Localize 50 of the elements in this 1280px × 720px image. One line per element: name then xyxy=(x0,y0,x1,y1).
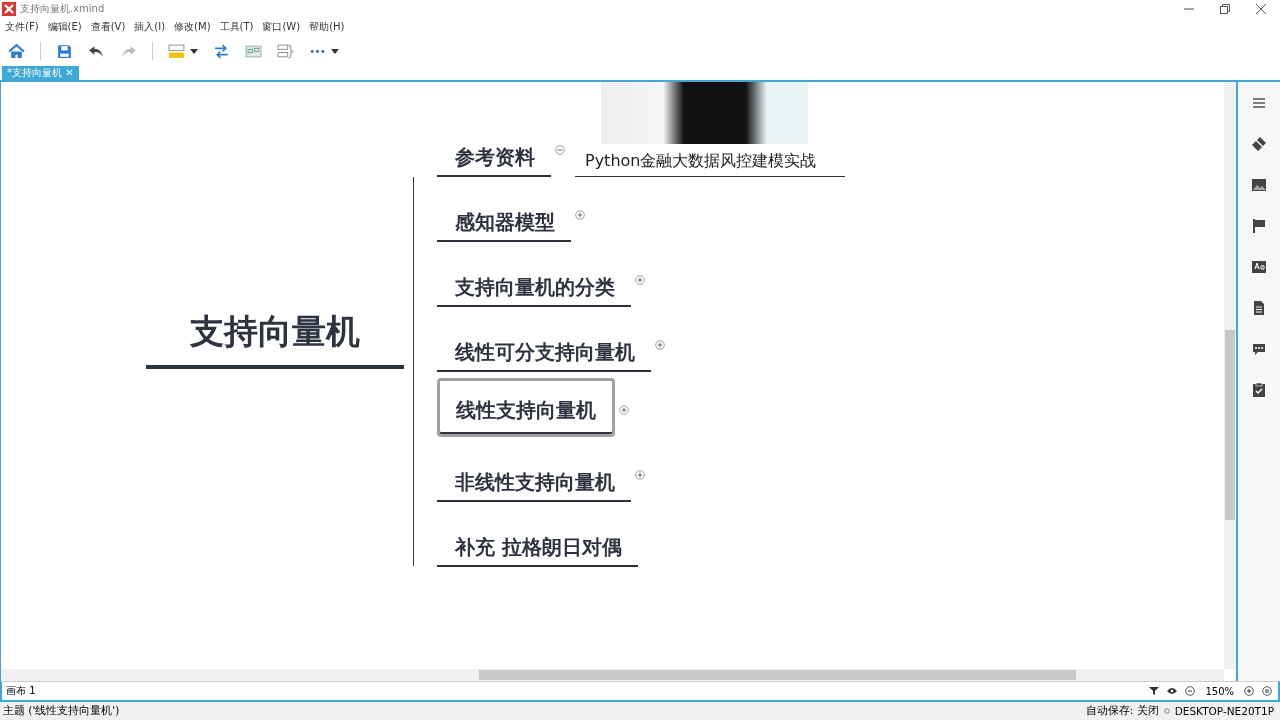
central-topic[interactable]: 支持向量机 xyxy=(146,299,404,369)
menu-item[interactable]: 工具(T) xyxy=(219,20,254,34)
branch-topic[interactable]: 感知器模型 xyxy=(437,206,571,242)
machine-name: DESKTOP-NE20T1P xyxy=(1174,705,1274,717)
expand-icon[interactable] xyxy=(575,210,585,220)
menu-item[interactable]: 修改(M) xyxy=(174,20,211,34)
filter-icon[interactable] xyxy=(1149,686,1160,696)
expand-icon[interactable] xyxy=(655,340,665,350)
restore-icon[interactable] xyxy=(1220,4,1230,14)
close-icon[interactable] xyxy=(1256,4,1266,14)
status-topic: 主题 ('线性支持向量机') xyxy=(3,704,120,718)
image-caption: Python金融大数据风控建模实战 xyxy=(575,150,845,177)
expand-icon[interactable] xyxy=(635,470,645,480)
task-icon[interactable] xyxy=(1251,382,1267,398)
horizontal-scrollbar[interactable] xyxy=(1,669,1224,681)
sheet-tab[interactable]: 画布 1 xyxy=(6,684,36,698)
summary-icon[interactable] xyxy=(277,42,294,60)
eye-icon[interactable] xyxy=(1167,686,1178,696)
zoom-out-icon[interactable] xyxy=(1185,686,1196,696)
expand-icon[interactable] xyxy=(635,275,645,285)
home-icon[interactable] xyxy=(8,42,25,60)
autosave-status: 自动保存: 关闭 xyxy=(1085,704,1159,718)
relationship-icon[interactable] xyxy=(213,42,230,60)
branch-topic[interactable]: 支持向量机的分类 xyxy=(437,271,631,307)
zoom-in-icon[interactable] xyxy=(1244,686,1254,696)
image-icon[interactable] xyxy=(1251,177,1267,193)
menu-item[interactable]: 窗口(W) xyxy=(262,20,301,34)
caret-icon[interactable] xyxy=(331,47,339,55)
status-dot-icon xyxy=(1163,708,1170,714)
branch-topic[interactable]: 补充 拉格朗日对偶 xyxy=(437,531,638,567)
caret-icon[interactable] xyxy=(190,47,198,55)
menu-item[interactable]: 文件(F) xyxy=(5,20,39,34)
menu-item[interactable]: 插入(I) xyxy=(134,20,166,34)
zoom-level: 150% xyxy=(1205,685,1234,697)
branch-topic[interactable]: 参考资料 xyxy=(437,141,551,177)
menu-item[interactable]: 查看(V) xyxy=(90,20,126,34)
save-icon[interactable] xyxy=(56,42,73,60)
text-style-icon[interactable] xyxy=(1251,259,1267,275)
comment-icon[interactable] xyxy=(1251,341,1267,357)
flag-icon[interactable] xyxy=(1251,218,1267,234)
menu-item[interactable]: 编辑(E) xyxy=(47,20,82,34)
note-icon[interactable] xyxy=(1251,300,1267,316)
structure-icon[interactable] xyxy=(168,42,185,60)
branch-topic[interactable]: 线性可分支持向量机 xyxy=(437,336,651,372)
expand-icon[interactable] xyxy=(619,405,629,415)
vertical-scrollbar[interactable] xyxy=(1224,82,1236,669)
menu-item[interactable]: 帮助(H) xyxy=(309,20,345,34)
branch-topic[interactable]: 线性支持向量机 xyxy=(437,378,615,437)
branch-topic[interactable]: 非线性支持向量机 xyxy=(437,466,631,502)
window-title: 支持向量机.xmind xyxy=(20,2,105,16)
